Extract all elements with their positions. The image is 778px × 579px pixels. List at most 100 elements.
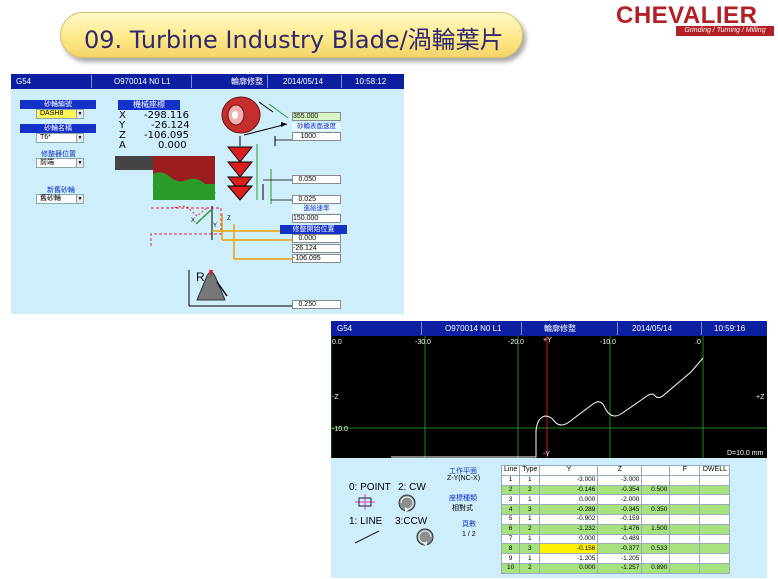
cell-dwell[interactable]: [699, 553, 731, 564]
cell-type[interactable]: 3: [519, 543, 541, 555]
cell-dwell[interactable]: [699, 543, 731, 555]
wheel-diameter-field[interactable]: 355.000: [292, 112, 341, 121]
cell-z[interactable]: -0.489: [597, 533, 643, 545]
cell-f[interactable]: [669, 523, 701, 535]
surface-speed-field[interactable]: 1000: [292, 132, 341, 141]
cell-y[interactable]: -0.289: [539, 504, 599, 515]
cell-r[interactable]: [641, 513, 671, 525]
cell-line[interactable]: 4: [500, 504, 521, 515]
dressing-setup-screen: G54 O970014 N0 L1 輪廓修整 2014/05/14 10:58:…: [11, 74, 404, 314]
cell-z[interactable]: -0.354: [597, 484, 643, 496]
cell-y[interactable]: 0.000: [539, 494, 599, 506]
cell-dwell[interactable]: [699, 474, 731, 486]
dress-depth-2-field[interactable]: 0.025: [292, 195, 341, 204]
table-row[interactable]: 9 1 -1.205 -1.205: [500, 553, 731, 564]
cell-r[interactable]: [641, 533, 671, 545]
cell-line[interactable]: 6: [500, 523, 521, 535]
cell-line[interactable]: 1: [500, 474, 521, 486]
table-row[interactable]: 4 3 -0.289 -0.345 0.350: [500, 504, 731, 515]
cell-r[interactable]: [641, 474, 671, 486]
cell-line[interactable]: 7: [500, 533, 521, 545]
radius-field[interactable]: 0.250: [292, 300, 341, 309]
profile-plot[interactable]: 0.0 -30.0 -20.0 -10.0 .0 +Y -Y -Z -10.0 …: [331, 336, 767, 458]
cell-f[interactable]: [669, 533, 701, 545]
cell-line[interactable]: 8: [500, 543, 521, 555]
tool-path-icon: [150, 205, 294, 260]
cell-r[interactable]: 0.533: [641, 543, 671, 555]
cell-dwell[interactable]: [699, 562, 731, 574]
cell-z[interactable]: -3.000: [597, 474, 643, 486]
cell-line[interactable]: 3: [500, 494, 521, 506]
cell-dwell[interactable]: [699, 504, 731, 515]
cell-z[interactable]: -1.476: [597, 523, 643, 535]
cell-type[interactable]: 2: [519, 562, 541, 574]
cell-type[interactable]: 1: [519, 494, 541, 506]
cell-type[interactable]: 3: [519, 504, 541, 515]
cell-z[interactable]: -0.377: [597, 543, 643, 555]
cell-dwell[interactable]: [699, 523, 731, 535]
cell-type[interactable]: 1: [519, 474, 541, 486]
cell-f[interactable]: [669, 543, 701, 555]
cell-type[interactable]: 1: [519, 513, 541, 525]
cell-f[interactable]: [669, 513, 701, 525]
cell-line[interactable]: 5: [500, 513, 521, 525]
cell-f[interactable]: [669, 553, 701, 564]
cell-r[interactable]: 0.350: [641, 504, 671, 515]
cell-dwell[interactable]: [699, 513, 731, 525]
cell-y[interactable]: -3.000: [539, 474, 599, 486]
cell-y[interactable]: -1.205: [539, 553, 599, 564]
cell-z[interactable]: -0.345: [597, 504, 643, 515]
cell-dwell[interactable]: [699, 494, 731, 506]
mode-name: 輪廓修整: [544, 324, 576, 333]
cell-line[interactable]: 9: [500, 553, 521, 564]
minus-y-label: -Y: [543, 451, 550, 458]
cell-y[interactable]: 0.000: [539, 562, 599, 574]
cell-y[interactable]: -0.156: [539, 543, 599, 555]
table-row[interactable]: 6 2 -1.232 -1.476 1.500: [500, 523, 731, 535]
cell-y[interactable]: 0.000: [539, 533, 599, 545]
coord-type-label: 座標種類: [449, 495, 477, 502]
cell-line[interactable]: 10: [500, 562, 521, 574]
cell-y[interactable]: -0.146: [539, 484, 599, 496]
cell-r[interactable]: 0.500: [641, 484, 671, 496]
pages-label: 頁數: [462, 521, 476, 528]
plus-y-label: +Y: [543, 337, 552, 344]
cell-y[interactable]: -1.232: [539, 523, 599, 535]
dress-start-y-field[interactable]: -26.124: [292, 244, 341, 253]
cell-f[interactable]: [669, 504, 701, 515]
table-row[interactable]: 1 1 -3.000 -3.000: [500, 474, 731, 486]
cell-dwell[interactable]: [699, 484, 731, 496]
cell-f[interactable]: [669, 494, 701, 506]
dress-start-z-field[interactable]: -106.095: [292, 254, 341, 263]
cell-dwell[interactable]: [699, 533, 731, 545]
cell-type[interactable]: 2: [519, 484, 541, 496]
table-row[interactable]: 3 1 0.000 -2.000: [500, 494, 731, 506]
table-row[interactable]: 2 2 -0.146 -0.354 0.500: [500, 484, 731, 496]
feed-rate-field[interactable]: 150.000: [292, 214, 341, 223]
cell-z[interactable]: -2.000: [597, 494, 643, 506]
table-row[interactable]: 7 1 0.000 -0.489: [500, 533, 731, 545]
cell-type[interactable]: 2: [519, 523, 541, 535]
cell-r[interactable]: 0.890: [641, 562, 671, 574]
cell-f[interactable]: [669, 562, 701, 574]
cell-r[interactable]: [641, 553, 671, 564]
cell-z[interactable]: -1.205: [597, 553, 643, 564]
dress-start-x-field[interactable]: 0.000: [292, 234, 341, 243]
cell-type[interactable]: 1: [519, 553, 541, 564]
cell-r[interactable]: 1.500: [641, 523, 671, 535]
program-number: O970014 N0 L1: [445, 324, 502, 333]
cell-z[interactable]: -1.257: [597, 562, 643, 574]
plus-z-label: +Z: [756, 394, 765, 401]
cell-f[interactable]: [669, 474, 701, 486]
cell-f[interactable]: [669, 484, 701, 496]
table-row[interactable]: 10 2 0.000 -1.257 0.890: [500, 562, 731, 574]
dress-depth-1-field[interactable]: 0.050: [292, 175, 341, 184]
cell-r[interactable]: [641, 494, 671, 506]
cell-z[interactable]: -0.159: [597, 513, 643, 525]
table-row[interactable]: 8 3 -0.156 -0.377 0.533: [500, 543, 731, 555]
status-bar: G54 O970014 N0 L1 輪廓修整 2014/05/14 10:59:…: [331, 321, 767, 336]
cell-y[interactable]: -0.902: [539, 513, 599, 525]
table-row[interactable]: 5 1 -0.902 -0.159: [500, 513, 731, 525]
cell-type[interactable]: 1: [519, 533, 541, 545]
cell-line[interactable]: 2: [500, 484, 521, 496]
